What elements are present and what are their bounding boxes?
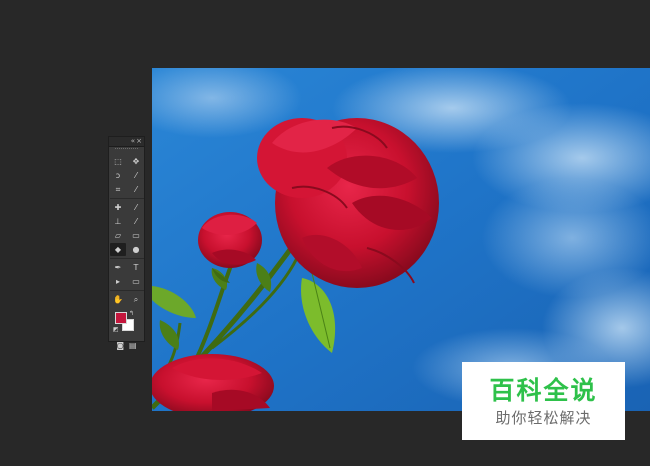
tools-panel[interactable]: « × ⬚ ✥ ↄ ⁄ ⌗ ⁄ ✚ ⁄ ⊥ ⁄ ▱ ▭ ◆ ● ✒ T ▸ ▭ …: [108, 136, 145, 350]
zoom-tool-icon[interactable]: ⌕: [128, 293, 144, 306]
tool-separator: [110, 290, 144, 291]
pen-tool-icon[interactable]: ✒: [110, 261, 126, 274]
mode-row: ◙ ▤: [109, 339, 144, 352]
watermark-box: 百科全说 助你轻松解决: [462, 362, 625, 440]
hand-tool-icon[interactable]: ✋: [110, 293, 126, 306]
eyedropper-icon[interactable]: ⁄: [128, 183, 144, 196]
dodge-tool-icon[interactable]: ●: [128, 243, 144, 256]
tool-separator: [110, 198, 144, 199]
watermark-title: 百科全说: [489, 376, 598, 405]
swap-colors-icon[interactable]: ↰: [129, 310, 134, 317]
tools-panel-header[interactable]: « ×: [109, 137, 144, 147]
tool-separator: [110, 258, 144, 259]
tool-grid: ⬚ ✥ ↄ ⁄ ⌗ ⁄ ✚ ⁄ ⊥ ⁄ ▱ ▭ ◆ ● ✒ T ▸ ▭ ✋ ⌕: [109, 153, 144, 306]
rectangle-tool-icon[interactable]: ▭: [128, 275, 144, 288]
history-brush-icon[interactable]: ⁄: [128, 215, 144, 228]
lasso-tool-icon[interactable]: ↄ: [110, 169, 126, 182]
quick-mask-icon[interactable]: ◙: [114, 339, 127, 352]
canvas-area[interactable]: « × ⬚ ✥ ↄ ⁄ ⌗ ⁄ ✚ ⁄ ⊥ ⁄ ▱ ▭ ◆ ● ✒ T ▸ ▭ …: [0, 0, 650, 466]
magic-wand-icon[interactable]: ⁄: [128, 169, 144, 182]
healing-brush-icon[interactable]: ✚: [110, 201, 126, 214]
rose-photo: [152, 68, 650, 411]
close-panel-button[interactable]: ×: [136, 137, 142, 146]
foreground-color-swatch[interactable]: [115, 312, 127, 324]
color-swatches: ↰ ◩: [109, 309, 144, 339]
watermark-subtitle: 助你轻松解决: [495, 409, 592, 427]
default-colors-icon[interactable]: ◩: [113, 326, 119, 333]
type-tool-icon[interactable]: T: [128, 261, 144, 274]
document-image[interactable]: [152, 68, 650, 411]
move-tool-icon[interactable]: ✥: [128, 155, 144, 168]
clone-stamp-icon[interactable]: ⊥: [110, 215, 126, 228]
path-selection-icon[interactable]: ▸: [110, 275, 126, 288]
collapse-panel-button[interactable]: «: [131, 137, 135, 146]
marquee-tool-icon[interactable]: ⬚: [110, 155, 126, 168]
eraser-tool-icon[interactable]: ▱: [110, 229, 126, 242]
gradient-tool-icon[interactable]: ▭: [128, 229, 144, 242]
blur-tool-icon[interactable]: ◆: [110, 243, 126, 256]
crop-tool-icon[interactable]: ⌗: [110, 183, 126, 196]
brush-tool-icon[interactable]: ⁄: [128, 201, 144, 214]
screen-mode-icon[interactable]: ▤: [127, 339, 140, 352]
